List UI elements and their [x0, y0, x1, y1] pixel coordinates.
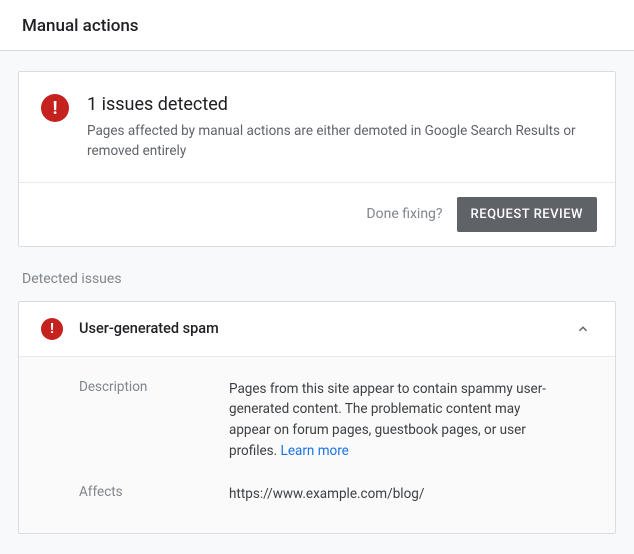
description-row: Description Pages from this site appear … [79, 379, 593, 463]
issue-header[interactable]: ! User-generated spam [19, 302, 615, 356]
page-title: Manual actions [22, 16, 612, 36]
summary-card: ! 1 issues detected Pages affected by ma… [18, 71, 616, 247]
description-value: Pages from this site appear to contain s… [229, 379, 593, 463]
issue-card: ! User-generated spam Description Pages … [18, 301, 616, 535]
summary-top: ! 1 issues detected Pages affected by ma… [19, 72, 615, 182]
issue-body: Description Pages from this site appear … [19, 356, 615, 534]
affects-value: https://www.example.com/blog/ [229, 484, 593, 505]
summary-actions: Done fixing? REQUEST REVIEW [19, 182, 615, 246]
request-review-button[interactable]: REQUEST REVIEW [457, 197, 597, 232]
summary-text: 1 issues detected Pages affected by manu… [87, 94, 593, 162]
learn-more-link[interactable]: Learn more [281, 443, 349, 459]
alert-icon: ! [41, 318, 63, 340]
summary-title: 1 issues detected [87, 94, 593, 115]
detected-issues-label: Detected issues [22, 271, 616, 287]
chevron-up-icon [573, 319, 593, 339]
alert-icon: ! [41, 94, 69, 122]
description-label: Description [79, 379, 229, 463]
affects-label: Affects [79, 484, 229, 505]
affects-row: Affects https://www.example.com/blog/ [79, 484, 593, 505]
page-header: Manual actions [0, 0, 634, 51]
issue-title: User-generated spam [79, 320, 557, 337]
done-fixing-prompt: Done fixing? [366, 206, 442, 222]
description-text: Pages from this site appear to contain s… [229, 381, 546, 460]
content-area: ! 1 issues detected Pages affected by ma… [0, 51, 634, 554]
summary-description: Pages affected by manual actions are eit… [87, 121, 593, 162]
